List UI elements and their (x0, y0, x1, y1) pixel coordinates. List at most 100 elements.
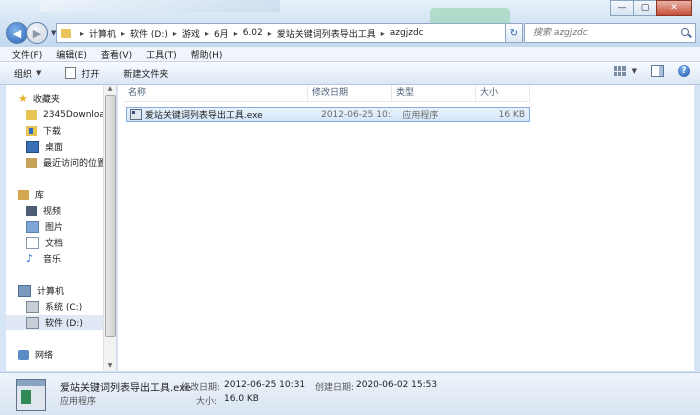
nav-scrollbar[interactable]: ▲ ▼ (103, 85, 116, 371)
nav-libraries[interactable]: 库 (18, 187, 44, 202)
window-controls: — ▢ ✕ (610, 0, 692, 16)
help-icon[interactable]: ? (678, 65, 690, 77)
column-header-modified[interactable]: 修改日期 (308, 85, 392, 101)
nav-label: 网络 (35, 351, 54, 361)
nav-item-pictures[interactable]: 图片 (26, 219, 63, 234)
nav-favorites[interactable]: ★ 收藏夹 (18, 91, 60, 106)
breadcrumb-item[interactable]: 爱站关键词列表导出工具 (277, 27, 376, 40)
nav-item-videos[interactable]: 视频 (26, 203, 61, 218)
explorer-window: — ▢ ✕ ◀ ▶ ▼ ▸ 计算机 ▸ 软件 (D:) ▸ 游戏 ▸ 6月 ▸ … (0, 0, 700, 415)
nav-label: 桌面 (45, 143, 64, 153)
open-label: 打开 (81, 69, 100, 80)
nav-item-recent-places[interactable]: 最近访问的位置 (26, 155, 106, 170)
star-icon: ★ (18, 92, 28, 105)
new-folder-label: 新建文件夹 (123, 69, 169, 80)
nav-item-documents[interactable]: 文档 (26, 235, 63, 250)
downloads-icon (26, 125, 37, 136)
exe-file-icon (130, 109, 142, 120)
breadcrumb-separator-icon: ▸ (80, 28, 85, 38)
open-button[interactable]: 打开 (65, 67, 99, 80)
nav-label: 下载 (43, 127, 62, 137)
desktop-icon (26, 140, 39, 153)
details-filetype: 应用程序 (60, 397, 97, 407)
arrow-right-icon: ▶ (32, 26, 42, 40)
nav-item-desktop[interactable]: 桌面 (26, 139, 63, 154)
details-pane: 爱站关键词列表导出工具.exe 应用程序 修改日期: 2012-06-25 10… (0, 372, 700, 415)
music-icon: ♪ (26, 252, 34, 265)
details-modified-value: 2012-06-25 10:31 (224, 380, 306, 390)
search-input[interactable] (531, 27, 675, 39)
nav-item-downloads[interactable]: 下载 (26, 123, 61, 138)
scroll-up-icon[interactable]: ▲ (104, 85, 116, 94)
column-header-name[interactable]: 名称 (124, 85, 308, 101)
table-row[interactable]: 爱站关键词列表导出工具.exe 2012-06-25 10:31 应用程序 16… (126, 107, 530, 122)
nav-label: 库 (35, 191, 45, 201)
details-created-label: 创建日期: (315, 383, 355, 393)
nav-label: 软件 (D:) (45, 319, 83, 329)
breadcrumb-item[interactable]: azgjzdc (390, 28, 424, 38)
back-button[interactable]: ◀ (6, 22, 28, 44)
breadcrumb-item[interactable]: 游戏 (182, 27, 200, 40)
nav-label: 收藏夹 (32, 95, 60, 105)
breadcrumb-item[interactable]: 软件 (D:) (130, 27, 168, 40)
scroll-down-icon[interactable]: ▼ (104, 362, 116, 371)
nav-label: 视频 (43, 207, 62, 217)
breadcrumb-item[interactable]: 6月 (214, 27, 229, 40)
computer-icon (18, 284, 31, 297)
command-bar: 组织 ▼ 打开 新建文件夹 ▼ ? (0, 62, 700, 85)
chevron-down-icon[interactable]: ▼ (632, 67, 637, 75)
nav-computer[interactable]: 计算机 (18, 283, 64, 298)
breadcrumb-item[interactable]: 6.02 (243, 28, 263, 38)
view-controls: ▼ ? (613, 65, 690, 77)
document-icon (26, 236, 39, 249)
breadcrumb-separator-icon: ▸ (233, 28, 238, 38)
menu-edit[interactable]: 编辑(E) (56, 48, 87, 61)
forward-button[interactable]: ▶ (26, 22, 48, 44)
breadcrumb-separator-icon: ▸ (380, 28, 385, 38)
breadcrumb-separator-icon: ▸ (267, 28, 272, 38)
nav-item-music[interactable]: ♪ 音乐 (26, 251, 61, 266)
preview-pane-icon[interactable] (651, 65, 664, 77)
menu-tools[interactable]: 工具(T) (146, 48, 177, 61)
drive-icon (26, 316, 39, 329)
column-header-type[interactable]: 类型 (392, 85, 476, 101)
organize-button[interactable]: 组织 ▼ (14, 67, 41, 80)
minimize-button[interactable]: — (610, 0, 634, 16)
details-modified-label: 修改日期: (181, 383, 221, 393)
menu-view[interactable]: 查看(V) (101, 48, 132, 61)
library-icon (18, 189, 29, 200)
breadcrumb-separator-icon: ▸ (121, 28, 126, 38)
nav-label: 图片 (45, 223, 64, 233)
menu-file[interactable]: 文件(F) (12, 48, 42, 61)
recent-places-icon (26, 157, 37, 168)
nav-label: 计算机 (37, 287, 65, 297)
nav-network[interactable]: 网络 (18, 347, 53, 362)
nav-item-drive-c[interactable]: 系统 (C:) (26, 299, 82, 314)
details-filename: 爱站关键词列表导出工具.exe (60, 383, 191, 394)
details-size-label: 大小: (196, 397, 218, 407)
nav-label: 系统 (C:) (45, 303, 83, 313)
navigation-pane: ★ 收藏夹 2345Downloads 下载 桌面 最近访问的位置 库 视频 图… (6, 85, 117, 371)
column-headers: 名称 修改日期 类型 大小 (124, 85, 530, 102)
search-icon[interactable] (681, 28, 691, 38)
menu-help[interactable]: 帮助(H) (191, 48, 223, 61)
refresh-button[interactable]: ↻ (505, 23, 523, 43)
nav-item-2345downloads[interactable]: 2345Downloads (26, 107, 115, 122)
column-header-size[interactable]: 大小 (476, 85, 530, 101)
close-button[interactable]: ✕ (656, 0, 692, 16)
organize-label: 组织 (14, 69, 33, 80)
folder-icon (61, 28, 71, 38)
nav-item-drive-d[interactable]: 软件 (D:) (6, 315, 116, 330)
scrollbar-thumb[interactable] (105, 95, 116, 337)
file-name: 爱站关键词列表导出工具.exe (144, 111, 263, 121)
breadcrumb-item[interactable]: 计算机 (89, 27, 116, 40)
view-options-icon[interactable] (613, 66, 626, 76)
breadcrumb-separator-icon: ▸ (172, 28, 177, 38)
folder-icon (26, 109, 37, 120)
file-size: 16 KB (498, 109, 525, 120)
maximize-button[interactable]: ▢ (633, 0, 657, 16)
search-box[interactable] (524, 23, 696, 43)
new-folder-button[interactable]: 新建文件夹 (123, 67, 168, 80)
network-icon (18, 349, 29, 360)
address-bar[interactable]: ▸ 计算机 ▸ 软件 (D:) ▸ 游戏 ▸ 6月 ▸ 6.02 ▸ 爱站关键词… (56, 23, 518, 43)
